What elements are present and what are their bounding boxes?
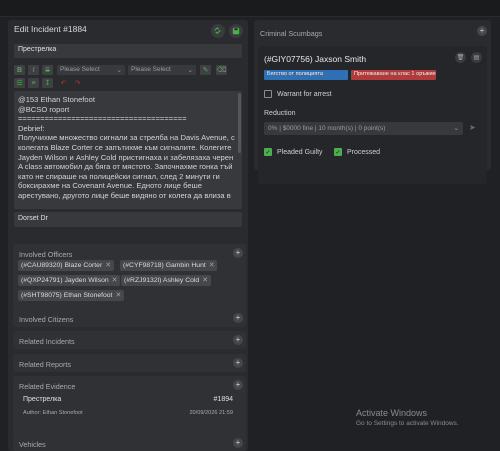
numbered-list-icon[interactable]: ≡ <box>28 78 39 88</box>
related-incidents-section[interactable]: Related Incidents + <box>13 331 246 349</box>
send-icon[interactable]: ➤ <box>469 123 481 134</box>
watermark-subtitle: Go to Settings to activate Windows. <box>356 420 459 427</box>
editor-line: Debrief: <box>18 123 45 133</box>
processed-row[interactable]: ✓ Processed <box>334 148 380 156</box>
undo-icon[interactable]: ↶ <box>58 78 69 88</box>
officer-chip-label: (#QXP24791) Jayden Wilson <box>21 277 109 284</box>
add-vehicle-button[interactable]: + <box>233 438 243 448</box>
officer-chip-label: (#SHT98075) Ethan Stonefoot <box>21 292 113 299</box>
chevron-down-icon: ⌄ <box>453 125 459 132</box>
officer-chip-label: (#CAU89320) Blaze Corter <box>21 262 103 269</box>
chevron-down-icon: ⌄ <box>116 67 122 74</box>
officer-chip[interactable]: (#QXP24791) Jayden Wilson ✕ <box>18 275 121 286</box>
section-title: Involved Citizens <box>19 315 74 324</box>
format-select-2[interactable]: Please Select ⌄ <box>128 65 196 75</box>
processed-label: Processed <box>347 148 381 156</box>
section-title: Vehicles <box>19 440 46 449</box>
editor-line: @153 Ethan Stonefoot <box>18 95 95 104</box>
warrant-label: Warrant for arrest <box>277 90 332 98</box>
evidence-author: Author: Ethan Stonefoot <box>23 410 83 416</box>
pleaded-guilty-row[interactable]: ✓ Pleaded Guilty <box>264 148 323 156</box>
add-officer-button[interactable]: + <box>233 248 243 258</box>
eraser-icon[interactable]: ⌫ <box>216 65 227 75</box>
officer-chip[interactable]: (#CAU89320) Blaze Corter ✕ <box>18 260 114 271</box>
officer-chip[interactable]: (#CYF98718) Gambin Hunt ✕ <box>120 260 218 271</box>
format-select-2-label: Please Select <box>131 66 171 73</box>
indent-icon[interactable]: ↧ <box>42 78 53 88</box>
top-bar <box>0 0 500 16</box>
pleaded-guilty-checkbox[interactable]: ✓ <box>264 148 272 156</box>
related-reports-section[interactable]: Related Reports + <box>13 354 246 372</box>
editor-scrollbar[interactable] <box>238 93 241 153</box>
editor-line: @BCSO roport <box>18 104 70 114</box>
involved-citizens-section[interactable]: Involved Citizens + <box>13 309 246 327</box>
warrant-checkbox[interactable] <box>264 90 272 98</box>
bold-button[interactable]: B <box>14 65 25 75</box>
brush-icon[interactable]: ✎ <box>200 65 211 75</box>
chevron-down-icon: ⌄ <box>187 67 193 74</box>
section-title: Involved Officers <box>19 250 73 259</box>
officer-chip-label: (#CYF98718) Gambin Hunt <box>123 262 206 269</box>
add-scumbag-button[interactable]: + <box>477 26 487 36</box>
add-evidence-button[interactable]: + <box>233 380 243 390</box>
scumbag-record: (#GIY07756) Jaxson Smith 🗑 ▤ Бягство от … <box>258 46 487 184</box>
evidence-id: #1894 <box>213 396 233 403</box>
redo-icon[interactable]: ↷ <box>72 78 83 88</box>
edit-incident-panel: Edit Incident #1884 Престрелка B I S Ple… <box>8 20 248 451</box>
link-icon[interactable] <box>211 24 225 38</box>
editor-line: ====================================== <box>18 114 187 124</box>
officer-chip-label: (#RZJ9132l) Ashley Cold <box>124 277 200 284</box>
evidence-date: 20/09/2026 21:59 <box>189 410 233 416</box>
reduction-select[interactable]: 0% | $0000 fine | 10 month(s) | 0 point(… <box>264 122 463 135</box>
strikethrough-button[interactable]: S <box>42 65 53 75</box>
remove-icon[interactable]: ✕ <box>105 262 111 269</box>
vehicles-section[interactable]: Vehicles + <box>13 434 246 451</box>
processed-checkbox[interactable]: ✓ <box>334 148 342 156</box>
activate-windows-watermark: Activate Windows Go to Settings to activ… <box>356 408 459 427</box>
pleaded-guilty-label: Pleaded Guilty <box>277 148 323 156</box>
panel-title: Edit Incident #1884 <box>14 24 87 34</box>
bullet-list-icon[interactable]: ☰ <box>14 78 25 88</box>
remove-icon[interactable]: ✕ <box>202 277 208 284</box>
evidence-title: Престрелка <box>23 396 62 403</box>
remove-icon[interactable]: ✕ <box>209 262 215 269</box>
format-select-1-label: Please Select <box>60 66 100 73</box>
trash-icon[interactable]: 🗑 <box>455 52 466 63</box>
section-title: Related Reports <box>19 360 71 369</box>
format-select-1[interactable]: Please Select ⌄ <box>57 65 125 75</box>
editor-body: Получихме множество сигнали за стрелба н… <box>18 133 235 200</box>
italic-button[interactable]: I <box>28 65 39 75</box>
incident-title-input[interactable]: Престрелка <box>14 44 242 58</box>
section-title: Related Incidents <box>19 337 75 346</box>
editor-toolbar: B I S Please Select ⌄ Please Select ⌄ ✎ ⌫ … <box>14 65 242 89</box>
file-icon[interactable]: ▤ <box>471 52 482 63</box>
officer-chip[interactable]: (#SHT98075) Ethan Stonefoot ✕ <box>18 290 125 301</box>
evidence-card[interactable]: Престрелка #1894 Author: Ethan Stonefoot… <box>23 396 233 422</box>
add-report-button[interactable]: + <box>233 358 243 368</box>
save-icon[interactable] <box>229 24 243 38</box>
panel-title: Criminal Scumbags <box>260 29 323 38</box>
criminal-scumbags-panel: Criminal Scumbags + (#GIY07756) Jaxson S… <box>254 20 491 184</box>
warrant-row[interactable]: Warrant for arrest <box>264 90 332 98</box>
charge-badge: Притежаване на клас 1 оръжие <box>351 70 436 80</box>
section-title: Related Evidence <box>19 382 76 391</box>
reduction-label: Reduction <box>264 110 296 117</box>
watermark-title: Activate Windows <box>356 408 428 418</box>
add-incident-button[interactable]: + <box>233 335 243 345</box>
reduction-value: 0% | $0000 fine | 10 month(s) | 0 point(… <box>268 125 386 132</box>
remove-icon[interactable]: ✕ <box>112 277 118 284</box>
top-divider <box>0 16 500 17</box>
street-input[interactable]: Dorset Dr <box>14 212 242 227</box>
incident-editor[interactable]: @153 Ethan Stonefoot @BCSO roport ======… <box>14 91 242 209</box>
charge-badge: Бягство от полицията <box>264 70 348 80</box>
remove-icon[interactable]: ✕ <box>115 292 121 299</box>
scumbag-name: (#GIY07756) Jaxson Smith <box>264 54 367 64</box>
officer-chip[interactable]: (#RZJ9132l) Ashley Cold ✕ <box>121 275 211 286</box>
add-citizen-button[interactable]: + <box>233 313 243 323</box>
